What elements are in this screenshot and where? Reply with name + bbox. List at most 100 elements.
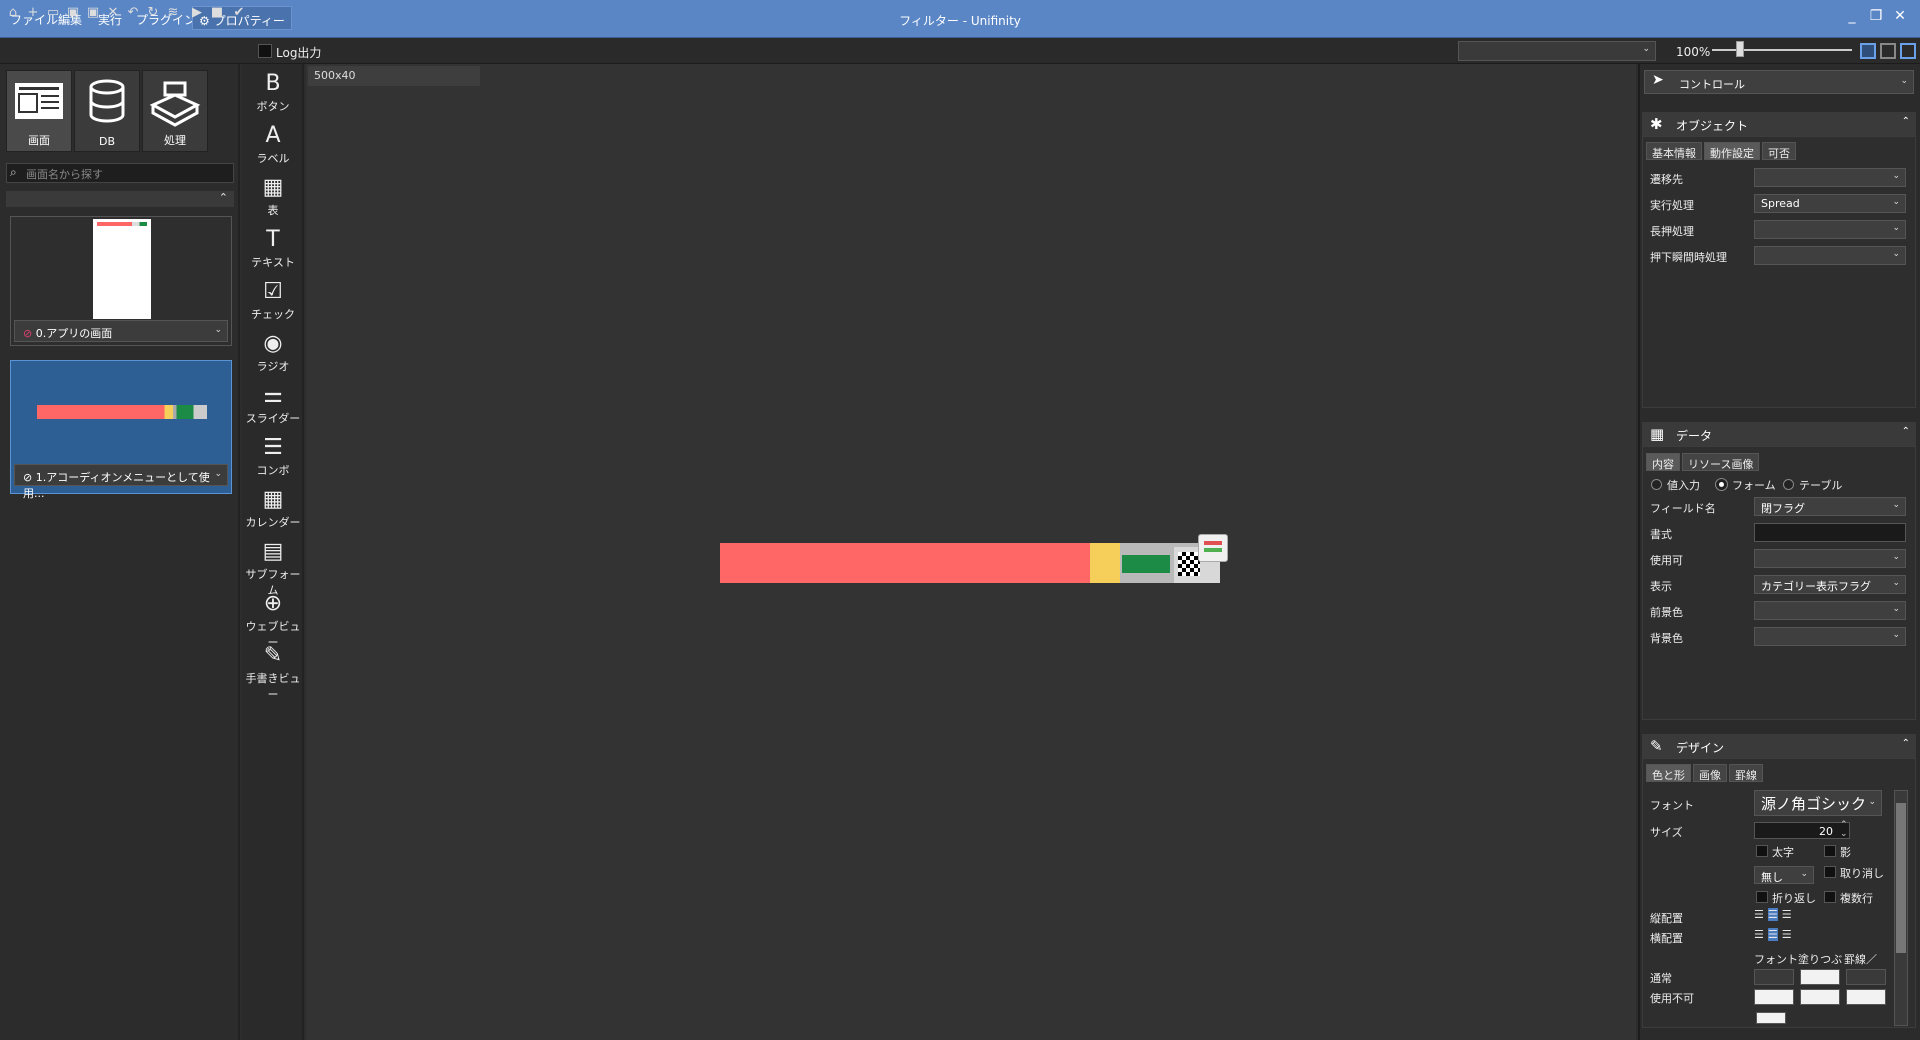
- save-all-icon[interactable]: ▣: [84, 4, 102, 22]
- tool-handwriting[interactable]: ✎ 手書きビュー: [242, 642, 304, 702]
- minimize-icon[interactable]: _: [1842, 8, 1862, 24]
- screen-name-1[interactable]: ⊘ 1.アコーディオンメニューとして使用... ⌄: [14, 464, 228, 500]
- close-icon[interactable]: ✕: [1890, 8, 1910, 24]
- long-press-select[interactable]: ⌄: [1754, 220, 1906, 239]
- align-left-icon[interactable]: ☰: [1754, 928, 1764, 941]
- undo-icon[interactable]: ↶: [124, 4, 142, 22]
- bold-checkbox[interactable]: [1756, 845, 1768, 857]
- radio-form[interactable]: [1715, 478, 1728, 491]
- strike-checkbox[interactable]: [1824, 866, 1836, 878]
- multiline-checkbox[interactable]: [1824, 891, 1836, 903]
- control-select[interactable]: コントロール ⌄: [1644, 70, 1914, 94]
- accordion-bar-red[interactable]: [720, 543, 1090, 583]
- tab-border[interactable]: 罫線: [1729, 764, 1763, 782]
- screen-name-0[interactable]: ⊘ 0.アプリの画面 ⌄: [14, 320, 228, 342]
- chevron-down-icon: ⌄: [1892, 500, 1900, 510]
- font-select[interactable]: 源ノ角ゴシック ⌄: [1754, 790, 1882, 816]
- wrap-checkbox[interactable]: [1756, 891, 1768, 903]
- add-icon[interactable]: +: [24, 4, 42, 22]
- tab-resource-image[interactable]: リソース画像: [1682, 453, 1760, 471]
- wifi-icon[interactable]: ≋: [164, 4, 182, 22]
- play-icon[interactable]: ▶: [188, 4, 206, 22]
- accordion-bar-yellow[interactable]: [1090, 543, 1120, 583]
- normal-fill-color[interactable]: [1800, 969, 1840, 985]
- execute-process-select[interactable]: Spread ⌄: [1754, 194, 1906, 213]
- normal-font-color[interactable]: [1754, 969, 1794, 985]
- screen-select[interactable]: ⌄: [1458, 41, 1656, 61]
- align-center-icon[interactable]: ☰: [1767, 928, 1778, 941]
- disabled-border-color[interactable]: [1846, 989, 1886, 1005]
- align-top-icon[interactable]: ☰: [1754, 908, 1764, 921]
- disabled-font-color[interactable]: [1754, 989, 1794, 1005]
- view-wide-icon[interactable]: [1900, 43, 1916, 59]
- background-color-select[interactable]: ⌄: [1754, 627, 1906, 646]
- shadow-checkbox[interactable]: [1824, 845, 1836, 857]
- chevron-down-icon: ⌄: [1892, 552, 1900, 562]
- category-screen[interactable]: 画面: [6, 70, 72, 152]
- close-file-icon[interactable]: ✕: [104, 4, 122, 22]
- object-section-header[interactable]: オブジェクト ⌃: [1642, 112, 1916, 136]
- enabled-select[interactable]: ⌄: [1754, 549, 1906, 568]
- tab-content[interactable]: 内容: [1646, 453, 1680, 471]
- category-process[interactable]: 処理: [142, 70, 208, 152]
- tool-text[interactable]: T テキスト: [242, 226, 304, 270]
- tab-action-settings[interactable]: 動作設定: [1704, 142, 1760, 160]
- data-section-header[interactable]: データ ⌃: [1642, 422, 1916, 446]
- align-middle-icon[interactable]: ☰: [1767, 908, 1778, 921]
- normal-border-color[interactable]: [1846, 969, 1886, 985]
- tab-image[interactable]: 画像: [1693, 764, 1727, 782]
- transition-select[interactable]: ⌄: [1754, 168, 1906, 187]
- format-label: 書式: [1650, 528, 1672, 541]
- tool-check[interactable]: ☑ チェック: [242, 278, 304, 322]
- extra-color-swatch[interactable]: [1756, 1012, 1786, 1024]
- press-instant-select[interactable]: ⌄: [1754, 246, 1906, 265]
- home-icon[interactable]: ⌂: [4, 4, 22, 22]
- chevron-down-icon: ⌄: [1892, 630, 1900, 640]
- size-stepper-icon[interactable]: ⌃ ⌄: [1840, 821, 1848, 839]
- view-split-icon[interactable]: [1880, 43, 1896, 59]
- tool-button[interactable]: B ボタン: [242, 70, 304, 114]
- tool-webview[interactable]: ⊕ ウェブビュー: [242, 590, 304, 650]
- open-folder-icon[interactable]: ▭: [44, 4, 62, 22]
- restore-icon[interactable]: ❐: [1866, 8, 1886, 24]
- size-input[interactable]: 20: [1754, 822, 1850, 839]
- disabled-fill-color[interactable]: [1800, 989, 1840, 1005]
- accordion-bar-green[interactable]: [1122, 555, 1170, 573]
- design-scrollbar[interactable]: [1894, 790, 1908, 1026]
- tab-color-shape[interactable]: 色と形: [1646, 764, 1691, 782]
- tool-slider[interactable]: ⚌ スライダー: [242, 382, 304, 426]
- tool-label: チェック: [251, 308, 295, 321]
- screen-list-collapse[interactable]: ⌃: [6, 191, 234, 207]
- log-output-checkbox[interactable]: [258, 44, 272, 58]
- tool-label[interactable]: A ラベル: [242, 122, 304, 166]
- underline-select[interactable]: 無し ⌄: [1754, 866, 1814, 884]
- category-db[interactable]: DB: [74, 70, 140, 152]
- align-bottom-icon[interactable]: ☰: [1782, 908, 1792, 921]
- tool-subform[interactable]: ▤ サブフォーム: [242, 538, 304, 598]
- check-icon[interactable]: ✔: [230, 4, 248, 22]
- tool-combo[interactable]: ☰ コンボ: [242, 434, 304, 478]
- display-select[interactable]: カテゴリー表示フラグ ⌄: [1754, 575, 1906, 594]
- radio-table[interactable]: [1783, 479, 1794, 490]
- stop-icon[interactable]: ■: [208, 4, 226, 22]
- scrollbar-thumb[interactable]: [1896, 803, 1906, 953]
- format-select[interactable]: [1754, 523, 1906, 542]
- tab-basic-info[interactable]: 基本情報: [1646, 142, 1702, 160]
- zoom-slider[interactable]: [1712, 49, 1852, 51]
- view-single-icon[interactable]: [1860, 43, 1876, 59]
- tab-availability[interactable]: 可否: [1762, 142, 1796, 160]
- foreground-color-select[interactable]: ⌄: [1754, 601, 1906, 620]
- zoom-slider-thumb[interactable]: [1736, 41, 1744, 57]
- blocks-icon: [149, 81, 201, 127]
- save-icon[interactable]: ▣: [64, 4, 82, 22]
- layers-icon[interactable]: [1198, 534, 1228, 562]
- design-section-header[interactable]: デザイン ⌃: [1642, 734, 1916, 758]
- tool-radio[interactable]: ◉ ラジオ: [242, 330, 304, 374]
- tool-table[interactable]: ▦ 表: [242, 174, 304, 218]
- tool-calendar[interactable]: ▦ カレンダー: [242, 486, 304, 530]
- field-name-select[interactable]: 閉フラグ ⌄: [1754, 497, 1906, 516]
- align-right-icon[interactable]: ☰: [1782, 928, 1792, 941]
- radio-value-input[interactable]: [1651, 479, 1662, 490]
- canvas-size-tab[interactable]: 500x40: [308, 66, 480, 86]
- refresh-icon[interactable]: ↻: [144, 4, 162, 22]
